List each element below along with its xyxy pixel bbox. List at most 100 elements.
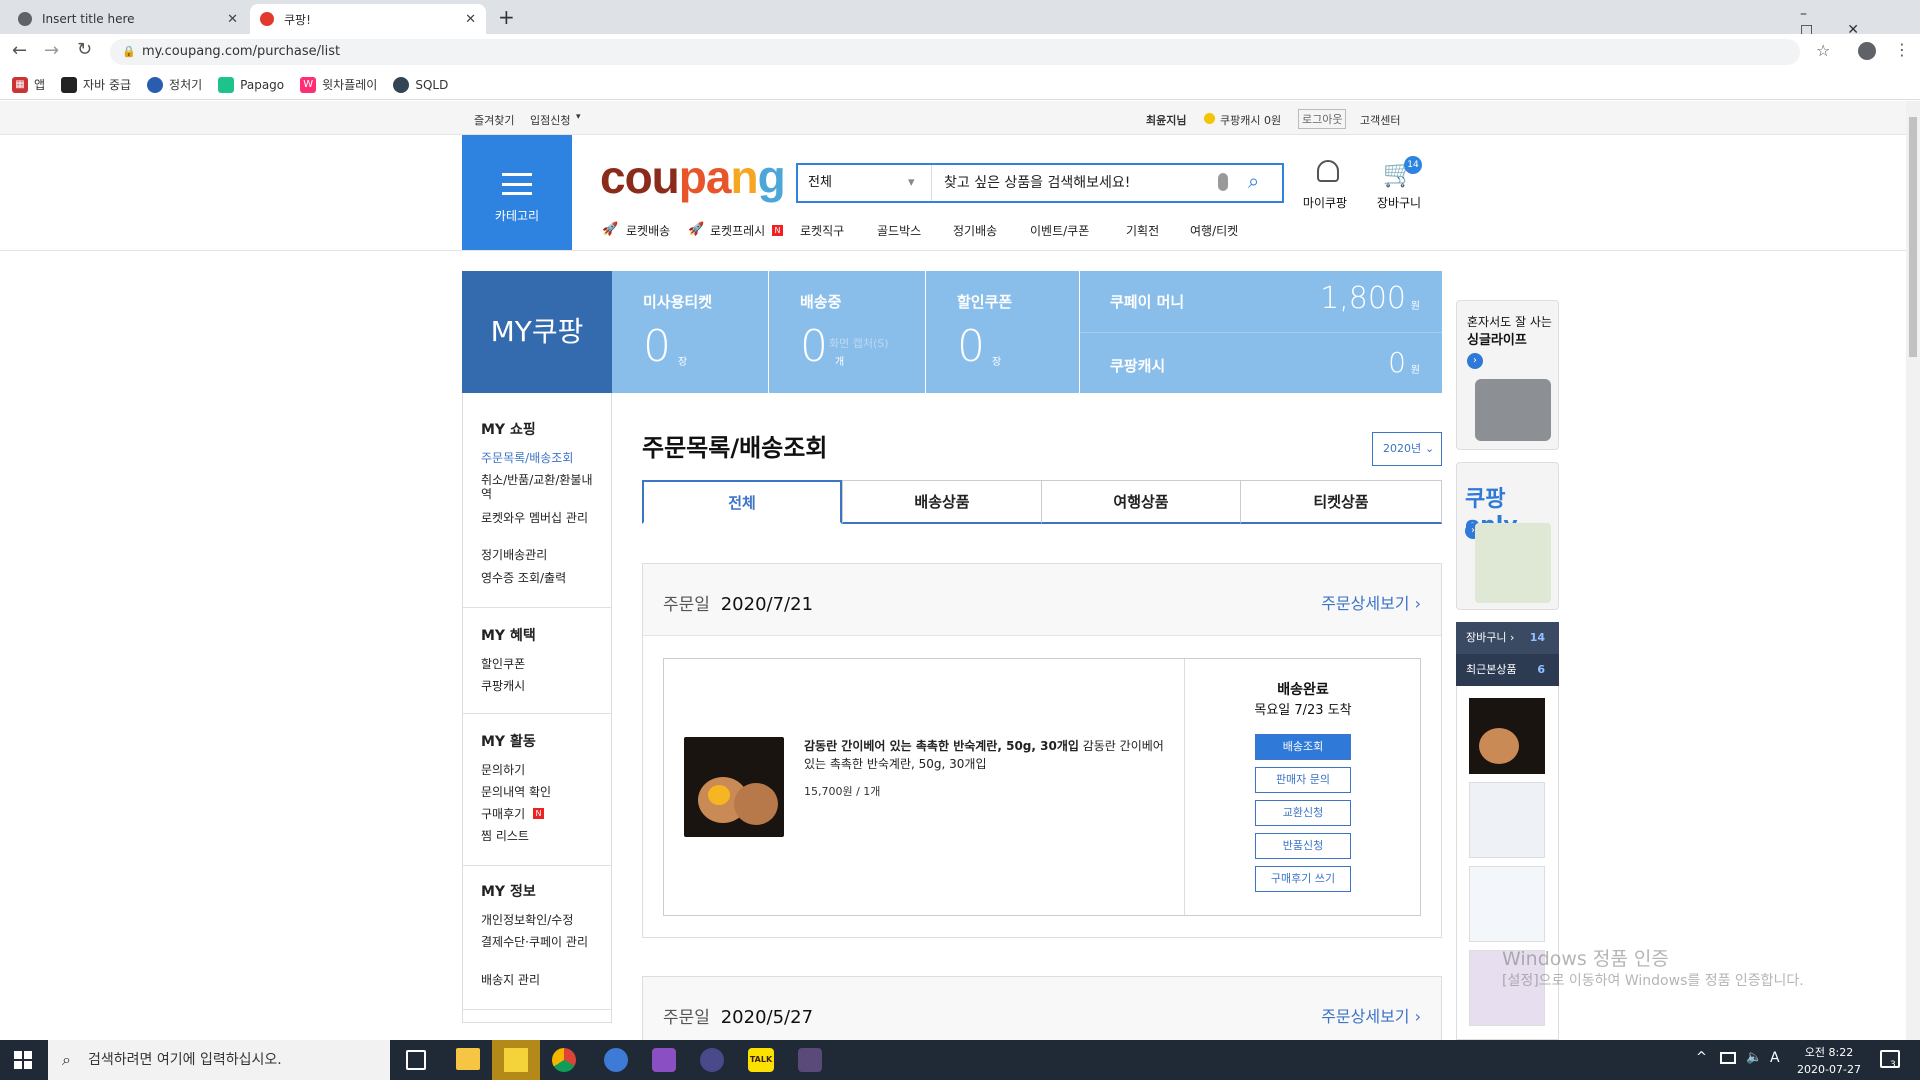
my-sidebar: MY 쇼핑 주문목록/배송조회 취소/반품/교환/환불내역 로켓와우 멤버십 관… <box>462 393 612 1023</box>
chrome-icon[interactable] <box>552 1048 576 1072</box>
tab-shipping[interactable]: 배송상품 <box>842 480 1042 524</box>
seller-inquiry-button[interactable]: 판매자 문의 <box>1255 767 1351 793</box>
favorites-link[interactable]: 즐겨찾기 <box>474 112 514 128</box>
sidebar-item-payment[interactable]: 결제수단·쿠페이 관리 <box>481 935 601 949</box>
kakaotalk-icon[interactable]: TALK <box>748 1048 774 1072</box>
nav-events[interactable]: 이벤트/쿠폰 <box>1030 222 1089 239</box>
coupang-logo[interactable]: coupang <box>600 150 786 204</box>
ad-coupang-only[interactable]: 쿠팡 only › <box>1456 462 1559 610</box>
sidebar-item-wishlist[interactable]: 찜 리스트 <box>481 829 601 843</box>
order-detail-link[interactable]: 주문상세보기 › <box>1321 590 1421 614</box>
bookmark-star-icon[interactable]: ☆ <box>1816 41 1830 60</box>
file-explorer-icon[interactable] <box>456 1048 480 1070</box>
sidebar-item-returns[interactable]: 취소/반품/교환/환불내역 <box>481 473 601 501</box>
sidebar-item-profile[interactable]: 개인정보확인/수정 <box>481 913 601 927</box>
tab-all[interactable]: 전체 <box>642 480 842 524</box>
notification-count: 3 <box>1890 1060 1896 1070</box>
bookmark-sqld[interactable]: SQLD <box>393 76 448 93</box>
write-review-button[interactable]: 구매후기 쓰기 <box>1255 866 1351 892</box>
store-apply-link[interactable]: 입점신청 <box>530 112 570 128</box>
stat-unused-tickets[interactable]: 미사용티켓 0 장 <box>612 271 768 393</box>
logout-button[interactable]: 로그아웃 <box>1298 109 1347 129</box>
recent-product-thumbnail[interactable] <box>1469 866 1545 942</box>
tab-travel[interactable]: 여행상품 <box>1041 480 1241 524</box>
return-button[interactable]: 반품신청 <box>1255 833 1351 859</box>
url-field[interactable]: 🔒 my.coupang.com/purchase/list <box>110 39 1800 65</box>
taskbar-search[interactable]: ⌕ 검색하려면 여기에 입력하십시오. <box>48 1040 390 1080</box>
sidebar-item-address[interactable]: 배송지 관리 <box>481 973 601 987</box>
microphone-icon[interactable] <box>1218 173 1228 191</box>
bookmark-apps[interactable]: ▦ 앱 <box>12 76 45 93</box>
stat-coupay-cash[interactable]: 쿠페이 머니 1,800 원 쿠팡캐시 0 원 <box>1080 271 1442 393</box>
close-icon[interactable]: ✕ <box>465 12 476 27</box>
mycoupang-button[interactable]: 마이쿠팡 <box>1303 160 1348 211</box>
sidebar-item-reviews[interactable]: 구매후기 <box>481 807 525 821</box>
category-button[interactable]: 카테고리 <box>462 135 572 250</box>
bookmark-java[interactable]: 자바 중급 <box>61 76 131 93</box>
bookmark-watcha[interactable]: W 윗차플레이 <box>300 76 377 93</box>
new-tab-icon[interactable]: + <box>498 5 515 29</box>
arrow-right-icon[interactable]: › <box>1467 353 1483 369</box>
taskbar-app-active[interactable] <box>492 1040 540 1080</box>
order-detail-link[interactable]: 주문상세보기 › <box>1321 1003 1421 1027</box>
sidebar-item-inquiry[interactable]: 문의하기 <box>481 763 601 777</box>
stat-shipping[interactable]: 배송중 0 개 화면 캡처(S) <box>769 271 925 393</box>
app-icon[interactable] <box>700 1048 724 1072</box>
sidebar-item-inquiry-history[interactable]: 문의내역 확인 <box>481 785 601 799</box>
recent-product-thumbnail[interactable] <box>1469 698 1545 774</box>
nav-exhibitions[interactable]: 기획전 <box>1126 222 1159 239</box>
product-name[interactable]: 감동란 간이베어 있는 촉촉한 반숙계란, 50g, 30개입 감동란 간이베어… <box>804 737 1164 773</box>
reload-icon[interactable]: ↻ <box>77 39 92 60</box>
ad-single-life[interactable]: 혼자서도 잘 사는 싱글라이프 › <box>1456 300 1559 450</box>
eclipse-icon[interactable] <box>604 1048 628 1072</box>
sidebar-item-cash[interactable]: 쿠팡캐시 <box>481 679 601 693</box>
search-icon[interactable]: ⌕ <box>1248 169 1259 193</box>
network-icon[interactable] <box>1720 1052 1736 1064</box>
volume-icon[interactable]: 🔈 <box>1746 1050 1762 1065</box>
task-view-icon[interactable] <box>406 1050 426 1070</box>
sidebar-item-subscription[interactable]: 정기배송관리 <box>481 548 601 562</box>
menu-icon[interactable]: ⋮ <box>1894 40 1910 59</box>
sidebar-item-orders[interactable]: 주문목록/배송조회 <box>481 451 601 465</box>
nav-travel[interactable]: 여행/티켓 <box>1190 222 1238 239</box>
sidebar-item-coupons[interactable]: 할인쿠폰 <box>481 657 601 671</box>
app-icon[interactable] <box>652 1048 676 1072</box>
tab-coupang[interactable]: 쿠팡! ✕ <box>250 4 486 34</box>
customer-center-link[interactable]: 고객센터 <box>1360 112 1400 128</box>
nav-rocket-delivery[interactable]: 로켓배송 <box>626 222 670 239</box>
stat-coupons[interactable]: 할인쿠폰 0 장 <box>926 271 1079 393</box>
nav-rocket-fresh[interactable]: 로켓프레시 <box>710 222 765 239</box>
windows-start-icon[interactable] <box>14 1051 32 1069</box>
year-select[interactable]: 2020년 ⌄ <box>1372 432 1442 466</box>
bookmark-papago[interactable]: Papago <box>218 76 284 93</box>
tray-chevron-icon[interactable]: ^ <box>1696 1050 1707 1065</box>
search-scope-select[interactable]: 전체 ▾ <box>798 165 932 201</box>
track-delivery-button[interactable]: 배송조회 <box>1255 734 1351 760</box>
tab-ticket[interactable]: 티켓상품 <box>1240 480 1442 524</box>
back-icon[interactable]: ← <box>12 40 27 61</box>
app-icon[interactable] <box>798 1048 822 1072</box>
clock[interactable]: 오전 8:22 2020-07-27 <box>1794 1044 1864 1076</box>
exchange-button[interactable]: 교환신청 <box>1255 800 1351 826</box>
forward-icon[interactable]: → <box>44 40 59 61</box>
nav-subscription[interactable]: 정기배송 <box>953 222 997 239</box>
cart-button[interactable]: 🛒 14 장바구니 <box>1374 156 1424 211</box>
profile-icon[interactable] <box>1858 42 1876 60</box>
user-name[interactable]: 최윤지님 <box>1146 112 1186 128</box>
tab-insert-title[interactable]: Insert title here ✕ <box>8 4 248 34</box>
scrollbar[interactable] <box>1906 101 1920 1040</box>
nav-rocket-direct[interactable]: 로켓직구 <box>800 222 844 239</box>
rail-cart[interactable]: 장바구니 › 14 <box>1456 622 1559 654</box>
bookmark-jeongcheogi[interactable]: 정처기 <box>147 76 202 93</box>
product-thumbnail[interactable] <box>684 737 784 837</box>
close-icon[interactable]: ✕ <box>227 12 238 27</box>
search-input[interactable]: 찾고 싶은 상품을 검색해보세요! <box>944 165 1214 201</box>
my-coupang-title[interactable]: MY쿠팡 <box>462 271 612 393</box>
nav-goldbox[interactable]: 골드박스 <box>877 222 921 239</box>
scrollbar-thumb[interactable] <box>1909 117 1917 357</box>
rail-recent[interactable]: 최근본상품 6 <box>1456 654 1559 686</box>
ime-indicator[interactable]: A <box>1770 1050 1780 1066</box>
recent-product-thumbnail[interactable] <box>1469 782 1545 858</box>
sidebar-item-receipts[interactable]: 영수증 조회/출력 <box>481 571 601 585</box>
sidebar-item-wow[interactable]: 로켓와우 멤버십 관리 <box>481 511 601 525</box>
